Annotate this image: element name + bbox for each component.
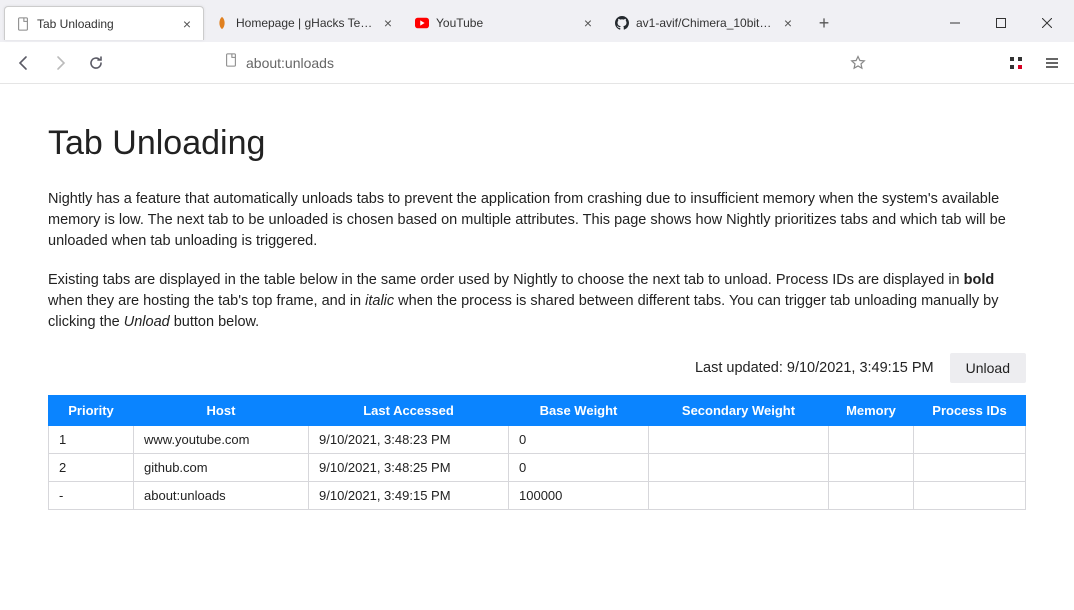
cell-procids bbox=[914, 482, 1026, 510]
cell-accessed: 9/10/2021, 3:48:25 PM bbox=[309, 454, 509, 482]
tab-bar: Tab Unloading × Homepage | gHacks Techno… bbox=[0, 0, 1074, 42]
bold-text: bold bbox=[964, 272, 995, 288]
tab-unloading[interactable]: Tab Unloading × bbox=[4, 6, 204, 40]
cell-procids bbox=[914, 454, 1026, 482]
intro-paragraph-1: Nightly has a feature that automatically… bbox=[48, 189, 1026, 252]
close-icon[interactable]: × bbox=[380, 15, 396, 31]
url-text: about:unloads bbox=[246, 55, 836, 71]
cell-procids bbox=[914, 426, 1026, 454]
table-row: - about:unloads 9/10/2021, 3:49:15 PM 10… bbox=[49, 482, 1026, 510]
cell-accessed: 9/10/2021, 3:49:15 PM bbox=[309, 482, 509, 510]
col-secweight: Secondary Weight bbox=[649, 396, 829, 426]
col-procids: Process IDs bbox=[914, 396, 1026, 426]
col-host: Host bbox=[134, 396, 309, 426]
italic-text: Unload bbox=[124, 314, 170, 330]
close-icon[interactable]: × bbox=[780, 15, 796, 31]
page-content: Tab Unloading Nightly has a feature that… bbox=[0, 84, 1074, 550]
unload-button[interactable]: Unload bbox=[950, 353, 1026, 383]
cell-accessed: 9/10/2021, 3:48:23 PM bbox=[309, 426, 509, 454]
window-controls bbox=[932, 6, 1070, 40]
table-row: 1 www.youtube.com 9/10/2021, 3:48:23 PM … bbox=[49, 426, 1026, 454]
minimize-button[interactable] bbox=[932, 6, 978, 40]
last-updated: Last updated: 9/10/2021, 3:49:15 PM bbox=[695, 360, 934, 376]
maximize-button[interactable] bbox=[978, 6, 1024, 40]
col-memory: Memory bbox=[829, 396, 914, 426]
tab-title: av1-avif/Chimera_10bit_cro bbox=[636, 16, 774, 30]
cell-memory bbox=[829, 426, 914, 454]
cell-host: about:unloads bbox=[134, 482, 309, 510]
table-row: 2 github.com 9/10/2021, 3:48:25 PM 0 bbox=[49, 454, 1026, 482]
toolbar: about:unloads bbox=[0, 42, 1074, 84]
col-priority: Priority bbox=[49, 396, 134, 426]
back-button[interactable] bbox=[8, 47, 40, 79]
cell-priority: - bbox=[49, 482, 134, 510]
tab-title: YouTube bbox=[436, 16, 574, 30]
tab-title: Tab Unloading bbox=[37, 17, 173, 31]
tab-github[interactable]: av1-avif/Chimera_10bit_cro × bbox=[604, 6, 804, 40]
close-icon[interactable]: × bbox=[179, 16, 195, 32]
page-icon bbox=[15, 16, 31, 32]
cell-baseweight: 100000 bbox=[509, 482, 649, 510]
col-baseweight: Base Weight bbox=[509, 396, 649, 426]
ghacks-icon bbox=[214, 15, 230, 31]
cell-priority: 1 bbox=[49, 426, 134, 454]
cell-secweight bbox=[649, 426, 829, 454]
youtube-icon bbox=[414, 15, 430, 31]
cell-memory bbox=[829, 454, 914, 482]
cell-priority: 2 bbox=[49, 454, 134, 482]
apps-icon[interactable] bbox=[1002, 49, 1030, 77]
italic-text: italic bbox=[365, 293, 394, 309]
page-title: Tab Unloading bbox=[48, 124, 1026, 163]
new-tab-button[interactable]: + bbox=[810, 9, 838, 37]
address-bar[interactable]: about:unloads bbox=[216, 47, 880, 79]
cell-host: github.com bbox=[134, 454, 309, 482]
close-window-button[interactable] bbox=[1024, 6, 1070, 40]
bookmark-star-icon[interactable] bbox=[844, 49, 872, 77]
forward-button[interactable] bbox=[44, 47, 76, 79]
col-accessed: Last Accessed bbox=[309, 396, 509, 426]
table-header-row: Priority Host Last Accessed Base Weight … bbox=[49, 396, 1026, 426]
cell-host: www.youtube.com bbox=[134, 426, 309, 454]
cell-baseweight: 0 bbox=[509, 426, 649, 454]
reload-button[interactable] bbox=[80, 47, 112, 79]
tab-youtube[interactable]: YouTube × bbox=[404, 6, 604, 40]
tab-title: Homepage | gHacks Techno bbox=[236, 16, 374, 30]
cell-secweight bbox=[649, 454, 829, 482]
github-icon bbox=[614, 15, 630, 31]
cell-secweight bbox=[649, 482, 829, 510]
close-icon[interactable]: × bbox=[580, 15, 596, 31]
intro-paragraph-2: Existing tabs are displayed in the table… bbox=[48, 270, 1026, 333]
status-row: Last updated: 9/10/2021, 3:49:15 PM Unlo… bbox=[48, 353, 1026, 383]
tabs-table: Priority Host Last Accessed Base Weight … bbox=[48, 395, 1026, 510]
page-info-icon[interactable] bbox=[224, 53, 238, 72]
menu-button[interactable] bbox=[1038, 49, 1066, 77]
toolbar-right bbox=[1002, 49, 1066, 77]
tab-ghacks[interactable]: Homepage | gHacks Techno × bbox=[204, 6, 404, 40]
cell-memory bbox=[829, 482, 914, 510]
cell-baseweight: 0 bbox=[509, 454, 649, 482]
